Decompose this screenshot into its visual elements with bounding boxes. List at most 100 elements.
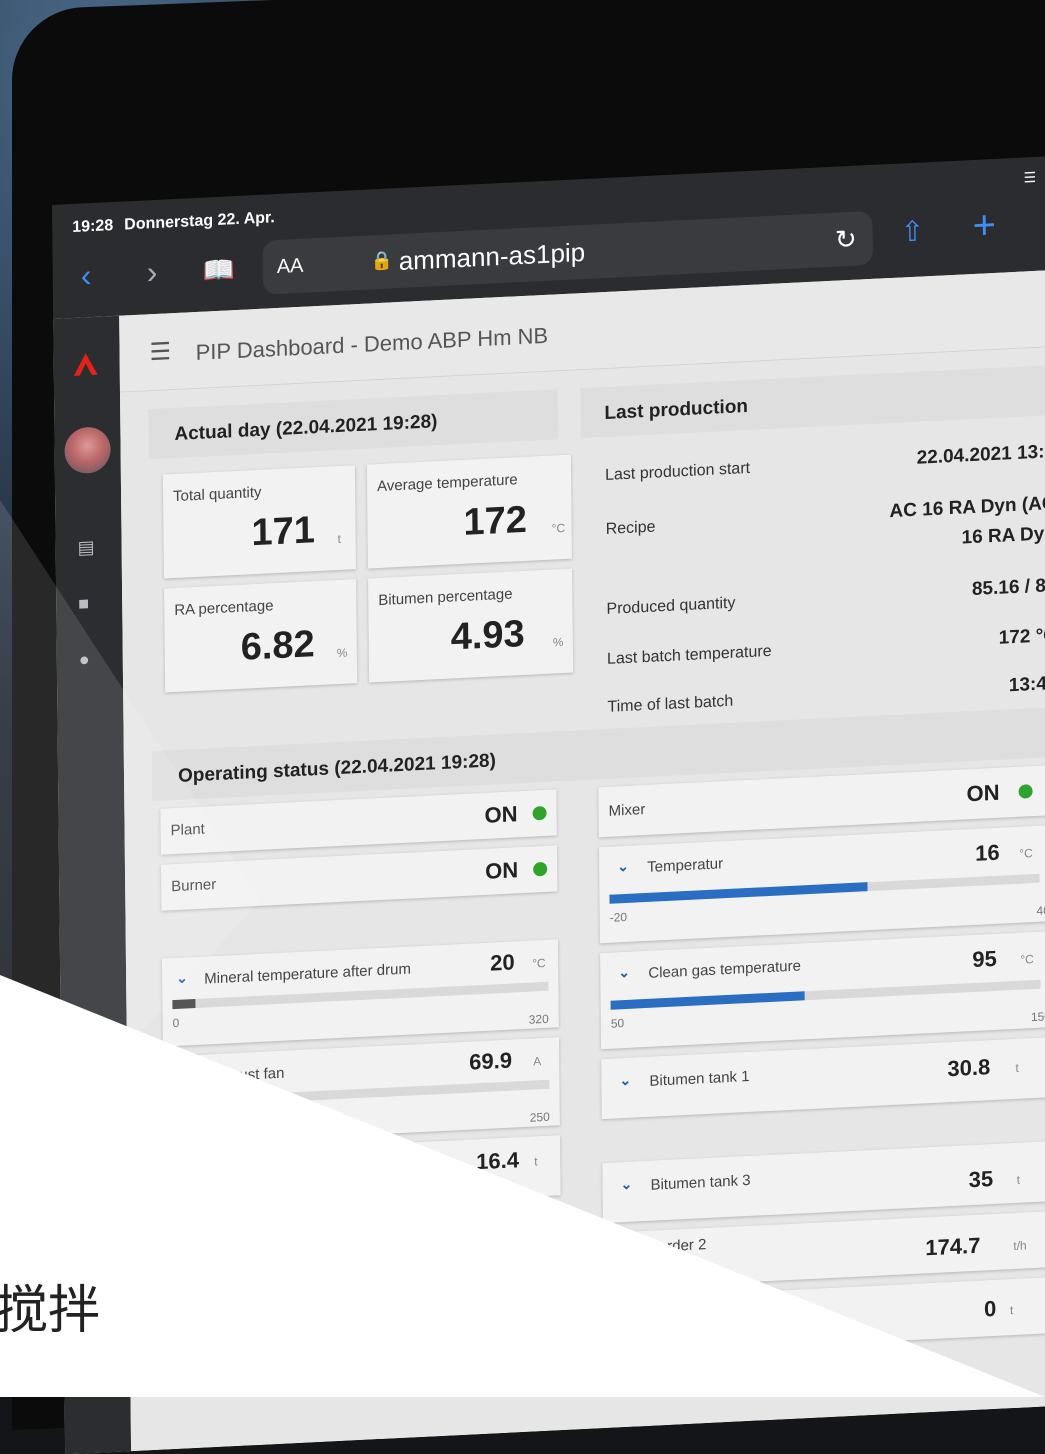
card-value: 6.82: [240, 623, 315, 669]
row-value: 30.8: [947, 1054, 991, 1082]
avatar[interactable]: [64, 426, 111, 475]
card-label: Average temperature: [377, 471, 518, 496]
row-label: Exhaust fan: [205, 1064, 285, 1086]
card-unit: °C: [551, 520, 566, 536]
dashboard-content: Actual day (22.04.2021 19:28) Total quan…: [119, 347, 1045, 1452]
chevron-down-icon[interactable]: ⌄: [617, 858, 629, 876]
range-max: 320: [528, 1011, 549, 1027]
forward-icon[interactable]: ›: [147, 254, 158, 292]
lp-value-quantity: 85.16 / 85: [971, 574, 1045, 601]
row-unit: t: [534, 1154, 538, 1169]
tablet-screen: 19:28 Donnerstag 22. Apr. ☰ ‹ › 📖 AA 🔒 a…: [52, 156, 1045, 1454]
status-time: 19:28: [72, 217, 114, 237]
status-indicator-icon: [532, 805, 547, 821]
status-row-bitumen-tank-3[interactable]: ⌄ Bitumen tank 3 35 t: [602, 1140, 1045, 1224]
row-value: 16.4: [476, 1147, 520, 1175]
status-date: Donnerstag 22. Apr.: [124, 209, 275, 234]
row-value: 16: [975, 839, 1000, 866]
row-value: ON: [966, 779, 1000, 807]
row-value: 174.7: [925, 1232, 981, 1261]
status-row-right-7: 0 t: [603, 1276, 1045, 1356]
row-unit: t: [1009, 1303, 1014, 1318]
lp-label-batch-temp: Last batch temperature: [606, 642, 772, 668]
overlay-caption: 搅拌: [0, 1282, 101, 1340]
chevron-down-icon[interactable]: ⌄: [619, 1072, 631, 1090]
progress-track: [609, 873, 1040, 904]
range-min: 0: [172, 1015, 180, 1031]
row-label: Burner: [171, 876, 217, 896]
lp-label-quantity: Produced quantity: [606, 594, 736, 618]
card-unit: %: [552, 635, 564, 650]
row-value: 95: [972, 945, 997, 973]
row-value: ON: [485, 857, 519, 884]
lp-value-recipe: AC 16 RA Dyn (AC: [889, 492, 1045, 523]
status-row-bitumen-tank-1[interactable]: ⌄ Bitumen tank 1 30.8 t: [601, 1036, 1045, 1120]
progress-fill: [172, 999, 196, 1010]
range-max: 250: [529, 1109, 550, 1125]
row-unit: A: [533, 1054, 542, 1069]
bookmarks-icon[interactable]: 📖: [203, 254, 236, 287]
card-unit: t: [337, 531, 342, 547]
progress-fill: [610, 991, 805, 1010]
status-indicator-icon: [533, 861, 548, 877]
status-row-mineral-temp[interactable]: ⌄ Mineral temperature after drum 20 °C 0…: [161, 939, 559, 1047]
lock-icon: 🔒: [370, 250, 394, 272]
row-unit: t/h: [1013, 1238, 1027, 1254]
chevron-down-icon[interactable]: ⌄: [618, 964, 630, 982]
new-tab-icon[interactable]: +: [972, 203, 996, 249]
pip-dashboard-app: ▤ ■ ● ☰ PIP Dashboard - Demo ABP Hm NB A…: [53, 270, 1045, 1454]
ammann-logo-icon[interactable]: [73, 353, 98, 376]
chevron-down-icon[interactable]: ⌄: [620, 1176, 632, 1194]
lp-value-batch-temp: 172 °C: [998, 624, 1045, 649]
row-label: rder 2: [667, 1236, 707, 1255]
lp-label-last-batch: Time of last batch: [607, 692, 734, 716]
status-row-exhaust-fan[interactable]: Exhaust fan 69.9 A 250: [162, 1037, 560, 1145]
card-total-quantity: Total quantity 171 t: [162, 465, 356, 579]
card-label: Bitumen percentage: [378, 585, 513, 610]
card-label: RA percentage: [174, 597, 274, 620]
range-min: 50: [610, 1016, 625, 1031]
card-bitumen-percentage: Bitumen percentage 4.93 %: [368, 568, 574, 683]
row-unit: t: [1015, 1060, 1019, 1075]
status-row-clean-gas[interactable]: ⌄ Clean gas temperature 95 °C 50 150: [600, 930, 1045, 1050]
row-label: Clean gas temperature: [648, 957, 801, 982]
row-label: Plant: [170, 820, 205, 840]
lp-label-recipe: Recipe: [605, 518, 656, 538]
reload-icon[interactable]: ↻: [835, 224, 857, 256]
row-unit: °C: [1019, 846, 1033, 861]
range-min: -20: [609, 909, 628, 925]
status-row-burner: Burner ON: [160, 845, 558, 911]
share-icon[interactable]: ⇧: [900, 214, 925, 248]
back-icon[interactable]: ‹: [81, 257, 92, 295]
reader-settings-button[interactable]: AA: [277, 255, 304, 279]
archive-icon[interactable]: ■: [78, 593, 89, 615]
lp-value-last-batch: 13:41: [1008, 672, 1045, 697]
range-max: 150: [1030, 1009, 1045, 1025]
row-value: 35: [968, 1166, 994, 1193]
row-label: Temperatur: [647, 855, 724, 876]
lp-label-start: Last production start: [604, 459, 751, 484]
progress-fill: [609, 882, 868, 904]
card-average-temperature: Average temperature 172 °C: [366, 454, 572, 569]
user-icon[interactable]: ●: [79, 649, 90, 671]
row-unit: °C: [532, 955, 546, 971]
row-label: Mixer: [608, 801, 646, 820]
row-value: 0: [983, 1295, 997, 1322]
status-row-feeder-2: rder 2 174.7 t/h: [603, 1210, 1045, 1290]
row-unit: °C: [1020, 952, 1034, 967]
url-text[interactable]: ammann-as1pip: [399, 237, 586, 277]
card-value: 172: [463, 498, 528, 544]
wifi-icon: ☰: [1023, 168, 1043, 186]
row-value: 69.9: [469, 1047, 513, 1075]
row-label: Mineral temperature after drum: [204, 960, 412, 988]
chart-icon[interactable]: ▤: [77, 537, 94, 559]
row-value: 20: [490, 949, 515, 976]
card-value: 171: [251, 509, 316, 555]
chevron-down-icon[interactable]: ⌄: [176, 969, 188, 987]
hamburger-menu-icon[interactable]: ☰: [149, 337, 171, 367]
row-label: Bitumen tank 1: [649, 1067, 750, 1090]
status-row-temperatur[interactable]: ⌄ Temperatur 16 °C -20 40: [598, 824, 1045, 944]
progress-track: [610, 979, 1041, 1010]
page-title: PIP Dashboard - Demo ABP Hm NB: [195, 322, 549, 365]
card-value: 4.93: [450, 612, 525, 659]
